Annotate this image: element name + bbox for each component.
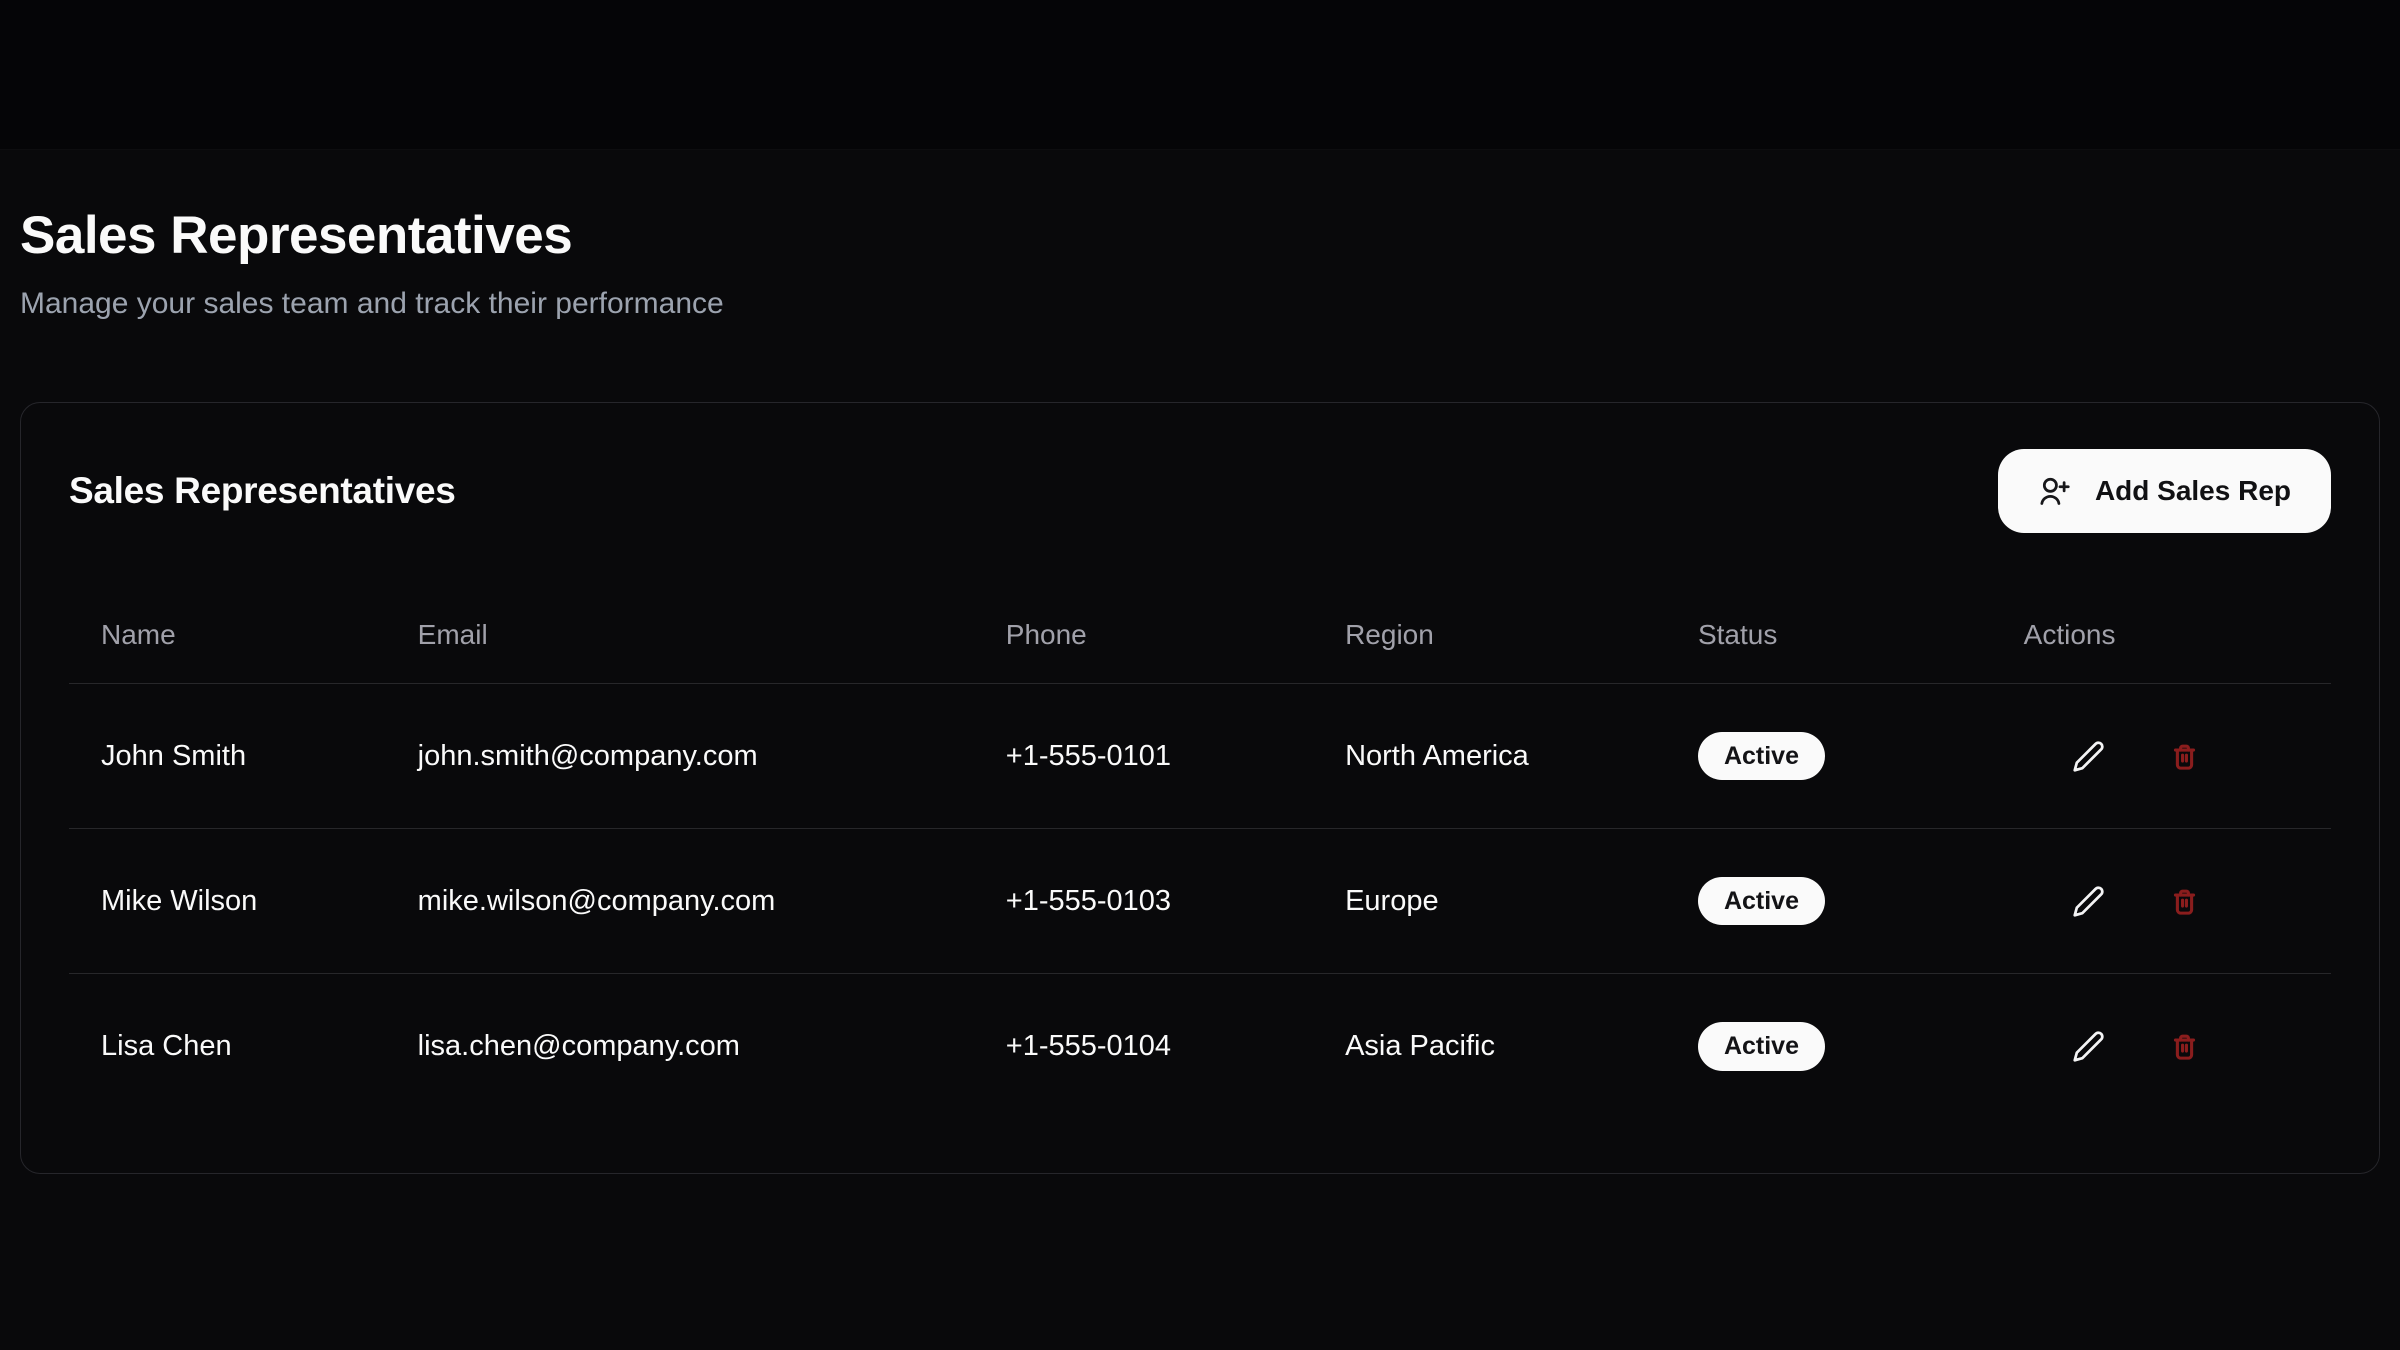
column-header-email: Email: [386, 589, 974, 684]
cell-actions: [1992, 829, 2331, 974]
cell-status: Active: [1666, 829, 1992, 974]
edit-button[interactable]: [2072, 885, 2105, 918]
column-header-region: Region: [1313, 589, 1666, 684]
delete-button[interactable]: [2169, 1031, 2200, 1062]
column-header-name: Name: [69, 589, 386, 684]
trash-icon: [2169, 1031, 2200, 1062]
status-badge: Active: [1698, 1022, 1825, 1071]
trash-icon: [2169, 741, 2200, 772]
delete-button[interactable]: [2169, 886, 2200, 917]
cell-actions: [1992, 684, 2331, 829]
pencil-icon: [2072, 885, 2105, 918]
cell-actions: [1992, 974, 2331, 1119]
cell-phone: +1-555-0101: [974, 684, 1313, 829]
column-header-actions: Actions: [1992, 589, 2331, 684]
sales-reps-card: Sales Representatives Add Sales Rep: [20, 402, 2380, 1174]
column-header-phone: Phone: [974, 589, 1313, 684]
cell-phone: +1-555-0103: [974, 829, 1313, 974]
table-row: Mike Wilson mike.wilson@company.com +1-5…: [69, 829, 2331, 974]
cell-email: mike.wilson@company.com: [386, 829, 974, 974]
page-title: Sales Representatives: [20, 204, 2380, 268]
pencil-icon: [2072, 1030, 2105, 1063]
cell-name: Mike Wilson: [69, 829, 386, 974]
column-header-status: Status: [1666, 589, 1992, 684]
status-badge: Active: [1698, 732, 1825, 781]
cell-status: Active: [1666, 974, 1992, 1119]
cell-phone: +1-555-0104: [974, 974, 1313, 1119]
cell-name: John Smith: [69, 684, 386, 829]
table-row: John Smith john.smith@company.com +1-555…: [69, 684, 2331, 829]
cell-email: lisa.chen@company.com: [386, 974, 974, 1119]
top-header-bar: [0, 0, 2400, 150]
cell-region: North America: [1313, 684, 1666, 829]
sales-reps-table: Name Email Phone Region Status Actions J…: [69, 589, 2331, 1119]
trash-icon: [2169, 886, 2200, 917]
edit-button[interactable]: [2072, 1030, 2105, 1063]
add-sales-rep-button[interactable]: Add Sales Rep: [1998, 449, 2331, 533]
cell-email: john.smith@company.com: [386, 684, 974, 829]
table-header-row: Name Email Phone Region Status Actions: [69, 589, 2331, 684]
status-badge: Active: [1698, 877, 1825, 926]
edit-button[interactable]: [2072, 740, 2105, 773]
add-sales-rep-label: Add Sales Rep: [2095, 475, 2291, 507]
page-content: Sales Representatives Manage your sales …: [0, 204, 2400, 1174]
cell-region: Asia Pacific: [1313, 974, 1666, 1119]
page-subtitle: Manage your sales team and track their p…: [20, 284, 2380, 325]
delete-button[interactable]: [2169, 741, 2200, 772]
card-title: Sales Representatives: [69, 470, 456, 512]
card-header: Sales Representatives Add Sales Rep: [69, 449, 2331, 533]
pencil-icon: [2072, 740, 2105, 773]
cell-region: Europe: [1313, 829, 1666, 974]
cell-name: Lisa Chen: [69, 974, 386, 1119]
user-plus-icon: [2038, 475, 2071, 508]
table-row: Lisa Chen lisa.chen@company.com +1-555-0…: [69, 974, 2331, 1119]
cell-status: Active: [1666, 684, 1992, 829]
